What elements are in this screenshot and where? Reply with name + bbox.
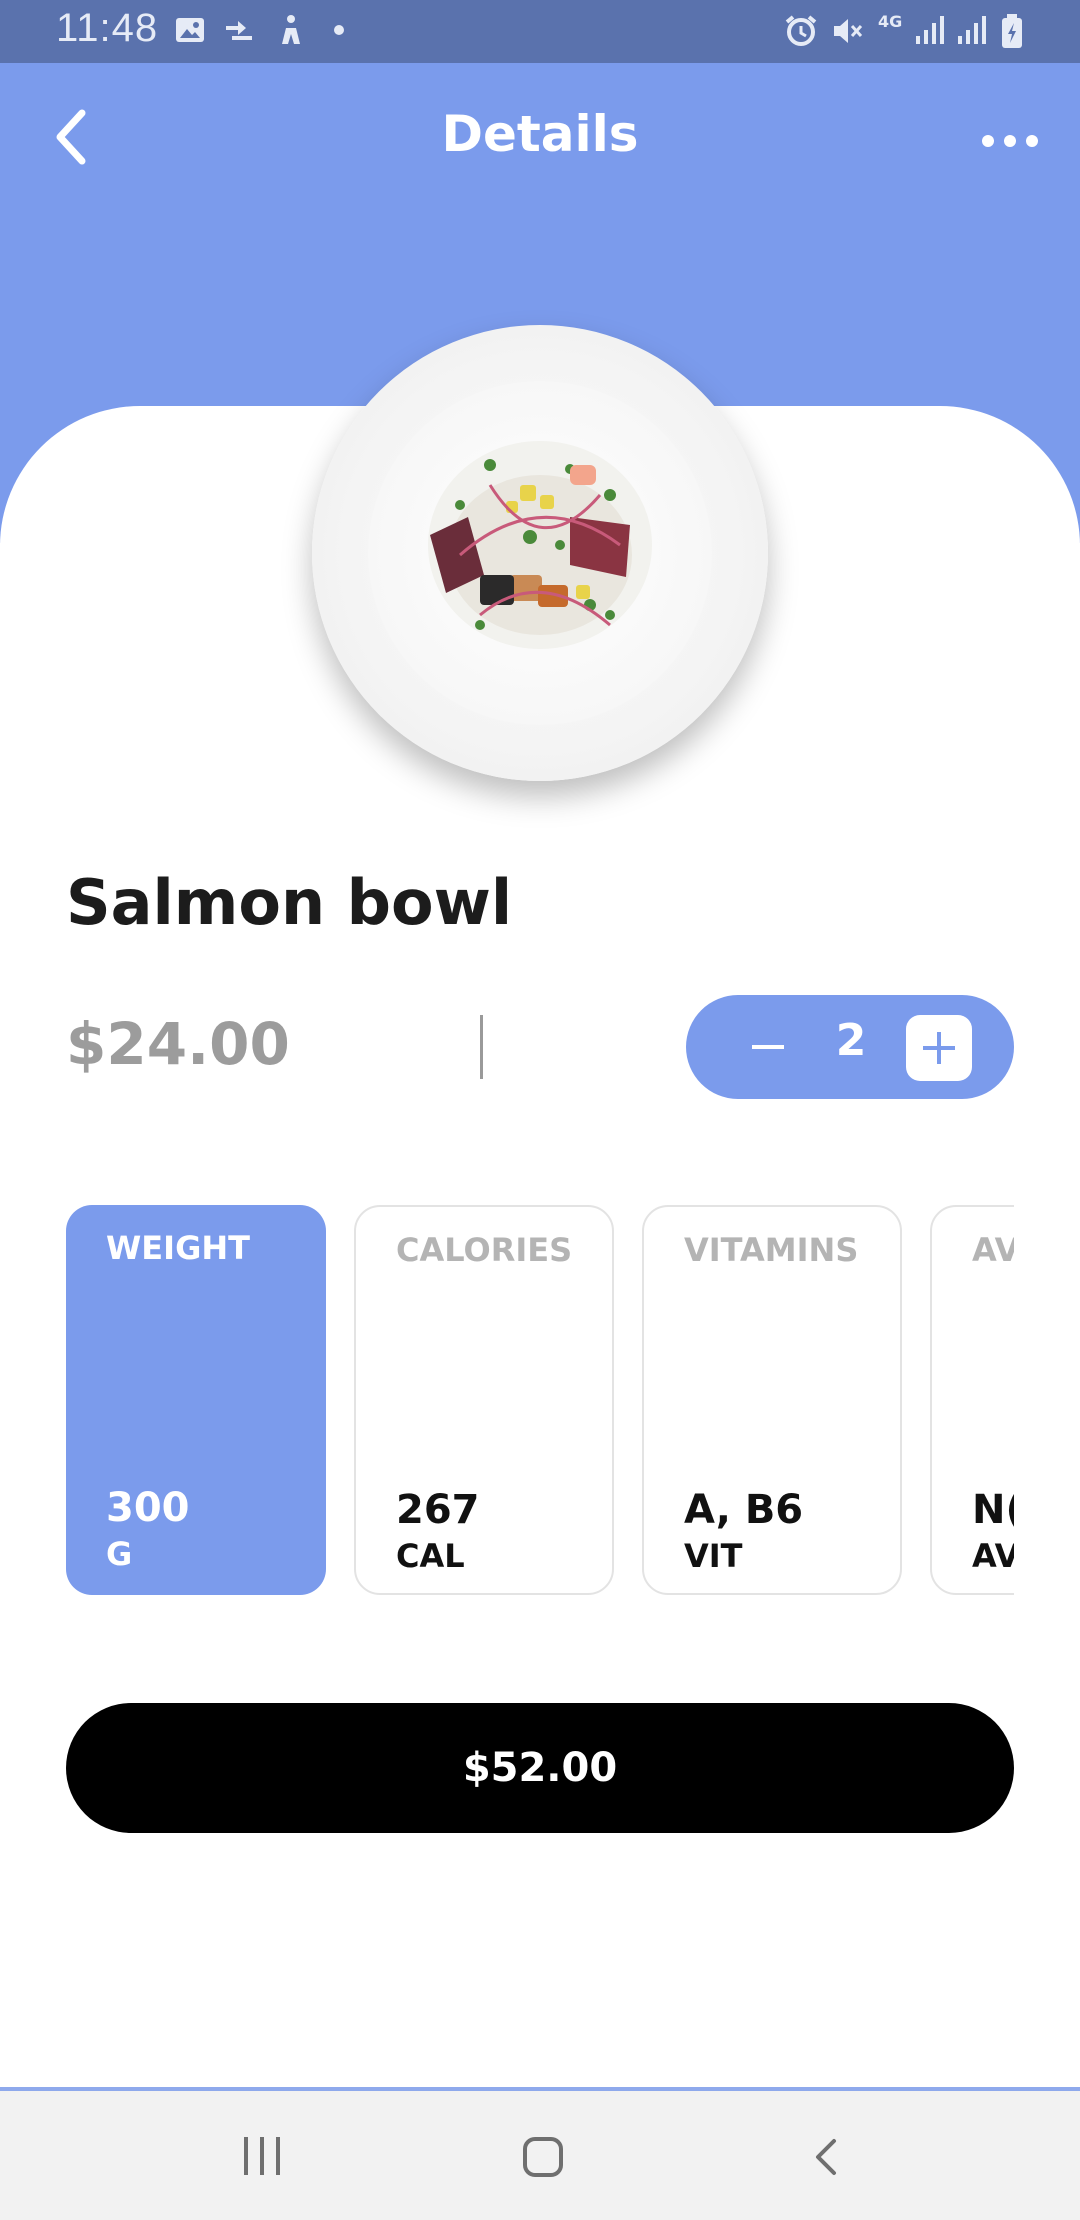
home-icon[interactable] (523, 2137, 563, 2177)
card-label: VITAMINS (684, 1231, 859, 1269)
alarm-icon (785, 15, 817, 46)
card-value: A, B6 (684, 1487, 804, 1533)
card-label: AV (972, 1231, 1014, 1269)
divider (480, 1015, 483, 1079)
quantity-value: 2 (835, 1015, 867, 1066)
nutrition-cards[interactable]: WEIGHT 300 G CALORIES 267 CAL VITAMINS A… (66, 1205, 1014, 1597)
card-unit: CAL (396, 1537, 465, 1575)
card-partial[interactable]: AV N( AV (930, 1205, 1014, 1595)
dish-name: Salmon bowl (66, 866, 513, 939)
plus-icon[interactable] (906, 1015, 972, 1081)
dish-image (312, 325, 768, 781)
card-weight[interactable]: WEIGHT 300 G (66, 1205, 326, 1595)
dot-icon (334, 25, 344, 35)
status-bar: 11:48 4G (0, 0, 1080, 63)
system-nav-bar (0, 2091, 1080, 2220)
card-label: WEIGHT (106, 1229, 250, 1267)
mute-icon (834, 19, 863, 43)
salmon-bowl-illustration (428, 441, 652, 649)
card-value: 300 (106, 1485, 190, 1531)
unit-price: $24.00 (66, 1010, 290, 1078)
sync-icon (226, 21, 252, 40)
add-to-cart-button[interactable]: $52.00 (66, 1703, 1014, 1833)
4g-icon: 4G (878, 12, 903, 31)
minus-icon[interactable] (744, 1025, 790, 1071)
recent-apps-icon[interactable] (244, 2137, 284, 2175)
more-dots-icon[interactable] (982, 129, 1040, 151)
battery-icon (1002, 14, 1022, 48)
card-unit: VIT (684, 1537, 743, 1575)
card-value: 267 (396, 1487, 480, 1533)
accessibility-icon (282, 15, 300, 44)
gallery-icon (176, 18, 204, 42)
card-unit: G (106, 1535, 133, 1573)
card-value: N( (972, 1487, 1014, 1533)
page-title: Details (441, 105, 639, 163)
status-time: 11:48 (56, 6, 159, 50)
card-calories[interactable]: CALORIES 267 CAL (354, 1205, 614, 1595)
card-unit: AV (972, 1537, 1014, 1575)
back-icon[interactable] (810, 2137, 840, 2177)
quantity-stepper: 2 (686, 995, 1014, 1099)
signal-icon (958, 16, 986, 44)
signal-icon (916, 16, 944, 44)
card-label: CALORIES (396, 1231, 573, 1269)
card-vitamins[interactable]: VITAMINS A, B6 VIT (642, 1205, 902, 1595)
